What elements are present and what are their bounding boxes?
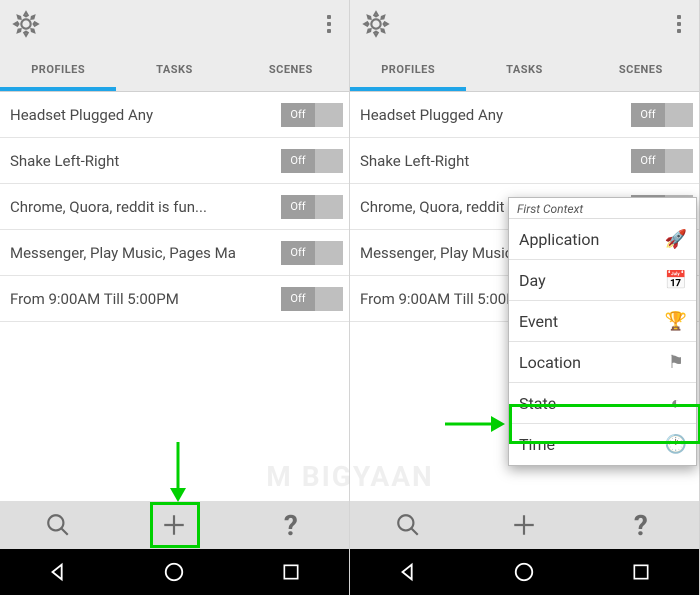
- trophy-icon: 🏆: [666, 311, 686, 332]
- contrast-icon: ◐: [666, 393, 686, 414]
- profile-label: Chrome, Quora, reddit is fun...: [10, 198, 281, 216]
- profile-row[interactable]: Chrome, Quora, reddit is fun... Off: [0, 184, 349, 230]
- rocket-icon: 🚀: [666, 229, 686, 250]
- overflow-menu-icon[interactable]: [317, 11, 341, 37]
- tab-scenes[interactable]: SCENES: [233, 48, 349, 91]
- android-nav-bar: [0, 549, 349, 595]
- context-item-day[interactable]: Day 📅: [509, 260, 696, 301]
- add-button[interactable]: [466, 501, 582, 549]
- app-header: [350, 0, 699, 48]
- toggle-thumb: Off: [631, 149, 665, 173]
- context-menu-title: First Context: [509, 198, 696, 219]
- profile-label: Headset Plugged Any: [360, 106, 631, 124]
- context-item-location[interactable]: Location ⚑: [509, 342, 696, 383]
- context-label: Event: [519, 312, 558, 331]
- context-label: Application: [519, 230, 599, 249]
- tab-tasks[interactable]: TASKS: [116, 48, 232, 91]
- context-label: Day: [519, 271, 546, 290]
- profile-toggle[interactable]: Off: [281, 287, 343, 311]
- context-label: Time: [519, 435, 555, 454]
- context-item-application[interactable]: Application 🚀: [509, 219, 696, 260]
- help-button[interactable]: ?: [233, 501, 349, 549]
- profile-toggle[interactable]: Off: [631, 103, 693, 127]
- tab-scenes[interactable]: SCENES: [583, 48, 699, 91]
- help-button[interactable]: ?: [583, 501, 699, 549]
- tasker-logo-icon: [362, 10, 390, 38]
- profile-row[interactable]: Headset Plugged Any Off: [0, 92, 349, 138]
- bottom-toolbar: ?: [350, 501, 699, 549]
- profile-label: Shake Left-Right: [360, 152, 631, 170]
- tab-bar: PROFILES TASKS SCENES: [350, 48, 699, 92]
- back-icon: [397, 561, 419, 583]
- profile-label: Headset Plugged Any: [10, 106, 281, 124]
- context-item-state[interactable]: State ◐: [509, 383, 696, 424]
- calendar-icon: 📅: [666, 270, 686, 291]
- recent-icon: [281, 562, 301, 582]
- profile-toggle[interactable]: Off: [281, 195, 343, 219]
- home-icon: [163, 561, 185, 583]
- profile-toggle[interactable]: Off: [281, 103, 343, 127]
- bottom-toolbar: ?: [0, 501, 349, 549]
- context-menu: First Context Application 🚀 Day 📅 Event …: [508, 197, 697, 466]
- profile-row[interactable]: Headset Plugged Any Off: [350, 92, 699, 138]
- profile-toggle[interactable]: Off: [281, 241, 343, 265]
- search-button[interactable]: [350, 501, 466, 549]
- toggle-thumb: Off: [281, 195, 315, 219]
- tab-bar: PROFILES TASKS SCENES: [0, 48, 349, 92]
- profile-row[interactable]: Shake Left-Right Off: [350, 138, 699, 184]
- back-icon: [47, 561, 69, 583]
- nav-home[interactable]: [466, 549, 582, 595]
- toggle-thumb: Off: [281, 149, 315, 173]
- android-nav-bar: [350, 549, 699, 595]
- toggle-thumb: Off: [281, 287, 315, 311]
- recent-icon: [631, 562, 651, 582]
- nav-back[interactable]: [350, 549, 466, 595]
- toggle-thumb: Off: [631, 103, 665, 127]
- screen-left: PROFILES TASKS SCENES Headset Plugged An…: [0, 0, 350, 595]
- context-item-event[interactable]: Event 🏆: [509, 301, 696, 342]
- profile-label: Shake Left-Right: [10, 152, 281, 170]
- tab-profiles[interactable]: PROFILES: [0, 48, 116, 91]
- context-label: Location: [519, 353, 581, 372]
- profiles-list: Headset Plugged Any Off Shake Left-Right…: [0, 92, 349, 501]
- home-icon: [513, 561, 535, 583]
- profile-row[interactable]: From 9:00AM Till 5:00PM Off: [0, 276, 349, 322]
- profile-toggle[interactable]: Off: [631, 149, 693, 173]
- overflow-menu-icon[interactable]: [667, 11, 691, 37]
- search-button[interactable]: [0, 501, 116, 549]
- tasker-logo-icon: [12, 10, 40, 38]
- profile-row[interactable]: Messenger, Play Music, Pages Ma Off: [0, 230, 349, 276]
- profile-row[interactable]: Shake Left-Right Off: [0, 138, 349, 184]
- profile-label: Messenger, Play Music, Pages Ma: [10, 244, 281, 262]
- app-header: [0, 0, 349, 48]
- tab-tasks[interactable]: TASKS: [466, 48, 582, 91]
- clock-icon: 🕐: [666, 434, 686, 455]
- flag-icon: ⚑: [666, 352, 686, 373]
- plus-icon: [161, 512, 187, 538]
- profile-label: From 9:00AM Till 5:00PM: [10, 290, 281, 308]
- context-item-time[interactable]: Time 🕐: [509, 424, 696, 465]
- search-icon: [395, 512, 421, 538]
- nav-recent[interactable]: [583, 549, 699, 595]
- tab-profiles[interactable]: PROFILES: [350, 48, 466, 91]
- profile-toggle[interactable]: Off: [281, 149, 343, 173]
- search-icon: [45, 512, 71, 538]
- toggle-thumb: Off: [281, 103, 315, 127]
- nav-back[interactable]: [0, 549, 116, 595]
- toggle-thumb: Off: [281, 241, 315, 265]
- nav-home[interactable]: [116, 549, 232, 595]
- plus-icon: [511, 512, 537, 538]
- nav-recent[interactable]: [233, 549, 349, 595]
- add-button[interactable]: [116, 501, 232, 549]
- context-label: State: [519, 394, 556, 413]
